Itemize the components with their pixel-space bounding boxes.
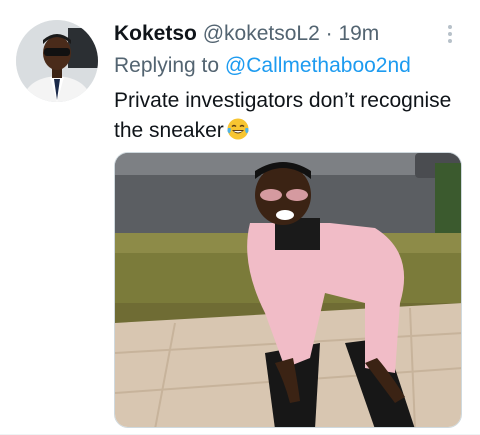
photo-content (115, 153, 461, 427)
tweet-timestamp[interactable]: 19m (338, 22, 379, 45)
tweet-body: Private investigators don’t recognise th… (114, 89, 452, 142)
avatar-photo (16, 20, 98, 102)
more-vertical-icon[interactable] (446, 24, 454, 44)
avatar[interactable] (16, 20, 98, 102)
author-handle[interactable]: @koketsoL2 (203, 22, 320, 45)
author-name[interactable]: Koketso (114, 22, 197, 45)
reply-target-link[interactable]: @Callmethaboo2nd (225, 54, 411, 77)
replying-to-label: Replying to (114, 54, 220, 77)
tweet-header: Koketso @koketsoL2 · 19m (114, 20, 379, 48)
face-with-tears-of-joy-icon (226, 117, 250, 141)
tweet-text: Private investigators don’t recognise th… (114, 86, 464, 146)
attached-photo[interactable] (114, 152, 462, 428)
replying-to-line: Replying to @Callmethaboo2nd (114, 52, 411, 80)
header-separator: · (325, 22, 333, 45)
